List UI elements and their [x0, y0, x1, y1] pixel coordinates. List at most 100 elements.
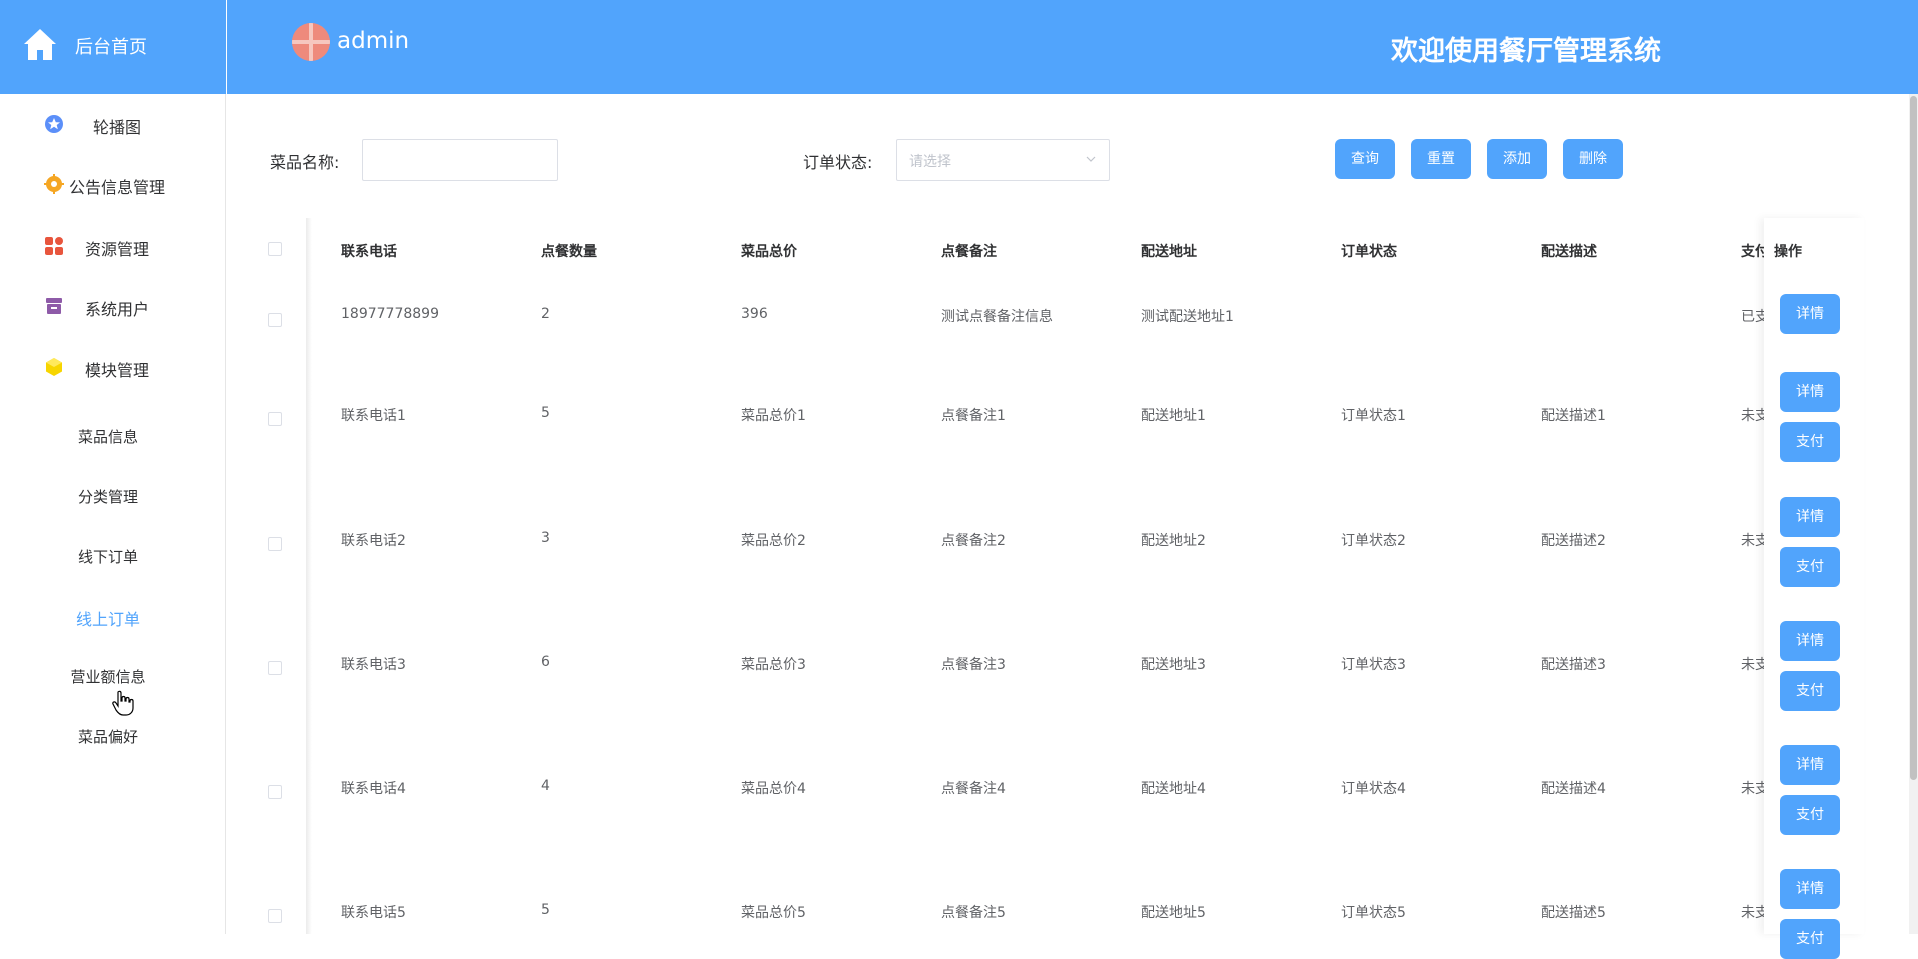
sidebar-subitem-dish-preferences[interactable]: 菜品偏好: [0, 708, 226, 764]
archive-icon: [46, 298, 62, 314]
column-header: 菜品总价: [741, 244, 797, 260]
top-header: admin 欢迎使用餐厅管理系统: [227, 0, 1918, 94]
pay-button[interactable]: 支付: [1780, 919, 1840, 959]
column-header: 操作: [1774, 244, 1802, 260]
payment-cell-clip: 已支: [1741, 304, 1764, 326]
column-header: 订单状态: [1341, 244, 1397, 260]
pay-button[interactable]: 支付: [1780, 422, 1840, 462]
order-status-select[interactable]: 请选择: [896, 139, 1110, 181]
sidebar-item-system-users[interactable]: 系统用户: [0, 276, 226, 336]
payment-cell-clip: 未支: [1741, 900, 1764, 922]
table-cell: 点餐备注1: [941, 408, 1006, 424]
column-header: 配送地址: [1141, 244, 1197, 260]
sidebar-subitem-label: 线下订单: [77, 548, 138, 566]
sidebar-brand[interactable]: 后台首页: [0, 0, 226, 94]
table-cell: 订单状态1: [1341, 408, 1406, 424]
reset-button[interactable]: 重置: [1411, 139, 1471, 179]
row-checkbox[interactable]: [268, 313, 282, 327]
sidebar-subitem-categories[interactable]: 分类管理: [0, 468, 226, 524]
column-header: 点餐备注: [941, 244, 997, 260]
table-cell: 已支: [1741, 309, 1764, 325]
sidebar-item-label: 模块管理: [85, 361, 150, 380]
sidebar-subitem-dish-info[interactable]: 菜品信息: [0, 408, 226, 464]
table-cell: 配送描述5: [1541, 905, 1606, 921]
table-cell: 订单状态2: [1341, 533, 1406, 549]
table-cell: 5: [541, 405, 550, 421]
table-cell: 18977778899: [341, 306, 439, 322]
sidebar-subitem-label: 营业额信息: [70, 668, 146, 686]
table-cell: 点餐备注4: [941, 781, 1006, 797]
sidebar-subitem-offline-orders[interactable]: 线下订单: [0, 528, 226, 584]
detail-button[interactable]: 详情: [1780, 294, 1840, 334]
avatar-icon: [292, 23, 330, 61]
table-cell: 配送地址2: [1141, 533, 1206, 549]
sidebar-item-label: 轮播图: [93, 118, 142, 137]
table-cell: 5: [541, 902, 550, 918]
detail-button[interactable]: 详情: [1780, 621, 1840, 661]
scrollbar-thumb[interactable]: [1910, 96, 1917, 780]
sidebar: 后台首页 轮播图 公告信息管理 资源管理 系统用户 模块管理 菜品信息 分类管理…: [0, 0, 226, 934]
sidebar-subitem-label: 线上订单: [75, 610, 140, 629]
row-checkbox[interactable]: [268, 537, 282, 551]
table-cell: 配送地址5: [1141, 905, 1206, 921]
grid-icon: [45, 237, 63, 255]
home-icon: [24, 29, 56, 60]
column-header: 支付: [1741, 244, 1764, 260]
table-cell: 2: [541, 306, 550, 322]
pay-button[interactable]: 支付: [1780, 671, 1840, 711]
query-button[interactable]: 查询: [1335, 139, 1395, 179]
sidebar-item-carousel[interactable]: 轮播图: [0, 94, 226, 154]
sidebar-item-notice[interactable]: 公告信息管理: [0, 154, 226, 214]
pay-button[interactable]: 支付: [1780, 795, 1840, 835]
table-cell: 配送描述4: [1541, 781, 1606, 797]
table-cell: 菜品总价2: [741, 533, 806, 549]
row-checkbox[interactable]: [268, 785, 282, 799]
sidebar-item-resources[interactable]: 资源管理: [0, 216, 226, 276]
sidebar-item-modules[interactable]: 模块管理: [0, 337, 226, 397]
sidebar-subitem-label: 分类管理: [77, 488, 138, 506]
column-header: 配送描述: [1541, 244, 1597, 260]
add-button[interactable]: 添加: [1487, 139, 1547, 179]
column-header: 联系电话: [341, 244, 397, 260]
sidebar-subitem-online-orders[interactable]: 线上订单: [0, 588, 226, 644]
sidebar-item-label: 资源管理: [85, 240, 150, 259]
table-cell: 配送描述2: [1541, 533, 1606, 549]
table-cell: 订单状态3: [1341, 657, 1406, 673]
table-cell: 配送描述3: [1541, 657, 1606, 673]
table-cell: 菜品总价3: [741, 657, 806, 673]
detail-button[interactable]: 详情: [1780, 869, 1840, 909]
sidebar-item-label: 公告信息管理: [69, 178, 166, 197]
detail-button[interactable]: 详情: [1780, 372, 1840, 412]
row-checkbox[interactable]: [268, 909, 282, 923]
table-cell: 联系电话2: [341, 533, 406, 549]
user-name[interactable]: admin: [337, 28, 409, 54]
table-cell: 菜品总价4: [741, 781, 806, 797]
welcome-title: 欢迎使用餐厅管理系统: [1391, 36, 1661, 67]
table-cell: 菜品总价1: [741, 408, 806, 424]
sidebar-subitem-label: 菜品信息: [77, 428, 138, 446]
cube-icon: [46, 358, 62, 376]
row-checkbox[interactable]: [268, 661, 282, 675]
table-cell: 未支: [1741, 533, 1764, 549]
table-cell: 联系电话4: [341, 781, 406, 797]
table-cell: 未支: [1741, 657, 1764, 673]
pay-button[interactable]: 支付: [1780, 547, 1840, 587]
dish-name-input[interactable]: [362, 139, 558, 181]
detail-button[interactable]: 详情: [1780, 745, 1840, 785]
avatar[interactable]: [292, 23, 330, 61]
chevron-down-icon: [1086, 156, 1096, 162]
row-checkbox[interactable]: [268, 412, 282, 426]
select-all-checkbox[interactable]: [268, 242, 282, 256]
detail-button[interactable]: 详情: [1780, 497, 1840, 537]
payment-cell-clip: 未支: [1741, 776, 1764, 798]
table-cell: 订单状态5: [1341, 905, 1406, 921]
delete-button[interactable]: 删除: [1563, 139, 1623, 179]
order-status-label: 订单状态:: [803, 153, 873, 172]
sidebar-item-label: 系统用户: [85, 300, 150, 319]
fixed-column-shadow: [306, 218, 312, 934]
gear-icon: [44, 174, 64, 194]
order-status-placeholder: 请选择: [909, 154, 951, 170]
table-cell: 6: [541, 654, 550, 670]
table-cell: 未支: [1741, 905, 1764, 921]
table-cell: 未支: [1741, 408, 1764, 424]
